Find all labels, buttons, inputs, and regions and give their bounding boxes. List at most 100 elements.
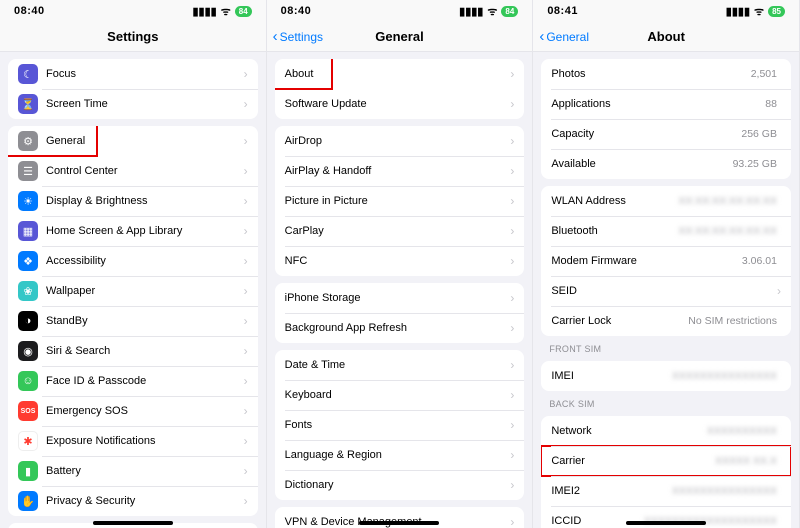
chevron-right-icon: › xyxy=(244,315,248,327)
status-bar: 08:40 ▮▮▮▮ ᯤ 84 xyxy=(0,0,266,22)
row-carplay[interactable]: CarPlay › xyxy=(275,216,525,246)
row-value: 256 GB xyxy=(741,128,777,140)
row-keyboard[interactable]: Keyboard › xyxy=(275,380,525,410)
row-background-app-refresh[interactable]: Background App Refresh › xyxy=(275,313,525,343)
chevron-right-icon: › xyxy=(244,375,248,387)
row-label: Focus xyxy=(46,68,244,80)
row-screen-time[interactable]: ⏳ Screen Time › xyxy=(8,89,258,119)
sos-icon: SOS xyxy=(18,401,38,421)
row-label: Battery xyxy=(46,465,244,477)
battery-icon: 84 xyxy=(501,6,518,17)
about-group-4: Network XXXXXXXXXX Carrier XXXXX XX.X IM… xyxy=(541,416,791,528)
row-airdrop[interactable]: AirDrop › xyxy=(275,126,525,156)
row-home-app-library[interactable]: ▦ Home Screen & App Library › xyxy=(8,216,258,246)
wallpaper-icon: ❀ xyxy=(18,281,38,301)
row-label: Date & Time xyxy=(285,359,511,371)
chevron-right-icon: › xyxy=(244,345,248,357)
status-time: 08:40 xyxy=(14,5,45,17)
chevron-right-icon: › xyxy=(510,389,514,401)
general-group-3: iPhone Storage › Background App Refresh … xyxy=(275,283,525,343)
group-header-front-sim: FRONT SIM xyxy=(549,344,783,354)
row-language-region[interactable]: Language & Region › xyxy=(275,440,525,470)
row-label: Software Update xyxy=(285,98,511,110)
about-scroll[interactable]: Photos 2,501 Applications 88 Capacity 25… xyxy=(533,52,799,528)
row-label: Home Screen & App Library xyxy=(46,225,244,237)
row-carrier-lock[interactable]: Carrier Lock No SIM restrictions xyxy=(541,306,791,336)
back-button[interactable]: ‹ Settings xyxy=(273,29,323,44)
nav-bar: Settings xyxy=(0,22,266,52)
row-imei2[interactable]: IMEI2 XXXXXXXXXXXXXXX xyxy=(541,476,791,506)
row-display-brightness[interactable]: ☀ Display & Brightness › xyxy=(8,186,258,216)
row-accessibility[interactable]: ❖ Accessibility › xyxy=(8,246,258,276)
chevron-right-icon: › xyxy=(510,359,514,371)
battery-icon: 85 xyxy=(768,6,785,17)
row-privacy-security[interactable]: ✋ Privacy & Security › xyxy=(8,486,258,516)
row-wlan-address[interactable]: WLAN Address XX:XX:XX:XX:XX:XX xyxy=(541,186,791,216)
row-dictionary[interactable]: Dictionary › xyxy=(275,470,525,500)
row-label: Wallpaper xyxy=(46,285,244,297)
row-standby[interactable]: ◑ StandBy › xyxy=(8,306,258,336)
chevron-right-icon: › xyxy=(244,435,248,447)
row-siri-search[interactable]: ◉ Siri & Search › xyxy=(8,336,258,366)
row-modem-firmware[interactable]: Modem Firmware 3.06.01 xyxy=(541,246,791,276)
row-available[interactable]: Available 93.25 GB xyxy=(541,149,791,179)
chevron-right-icon: › xyxy=(510,292,514,304)
row-focus[interactable]: ☾ Focus › xyxy=(8,59,258,89)
nav-title: Settings xyxy=(107,29,158,44)
row-network[interactable]: Network XXXXXXXXXX xyxy=(541,416,791,446)
general-scroll[interactable]: About › Software Update › AirDrop › AirP… xyxy=(267,52,533,528)
row-about[interactable]: About › xyxy=(275,59,525,89)
row-fonts[interactable]: Fonts › xyxy=(275,410,525,440)
row-emergency-sos[interactable]: SOS Emergency SOS › xyxy=(8,396,258,426)
row-carrier[interactable]: Carrier XXXXX XX.X xyxy=(541,446,791,476)
row-label: Accessibility xyxy=(46,255,244,267)
row-airplay-handoff[interactable]: AirPlay & Handoff › xyxy=(275,156,525,186)
row-label: AirDrop xyxy=(285,135,511,147)
row-capacity[interactable]: Capacity 256 GB xyxy=(541,119,791,149)
row-value: 93.25 GB xyxy=(733,158,777,170)
status-time: 08:41 xyxy=(547,5,578,17)
status-right: ▮▮▮▮ ᯤ 84 xyxy=(459,4,518,19)
row-label: SEID xyxy=(551,285,777,297)
home-indicator[interactable] xyxy=(93,521,173,525)
row-label: AirPlay & Handoff xyxy=(285,165,511,177)
chevron-right-icon: › xyxy=(244,465,248,477)
row-value: XXXXX XX.X xyxy=(715,455,777,467)
row-faceid-passcode[interactable]: ☺ Face ID & Passcode › xyxy=(8,366,258,396)
row-label: Exposure Notifications xyxy=(46,435,244,447)
row-iphone-storage[interactable]: iPhone Storage › xyxy=(275,283,525,313)
row-imei-front[interactable]: IMEI XXXXXXXXXXXXXXX xyxy=(541,361,791,391)
row-value: XXXXXXXXXXXXXXX xyxy=(672,485,777,497)
row-bluetooth[interactable]: Bluetooth XX:XX:XX:XX:XX:XX xyxy=(541,216,791,246)
wifi-icon: ᯤ xyxy=(754,4,764,19)
general-group-4: Date & Time › Keyboard › Fonts › Languag… xyxy=(275,350,525,500)
row-date-time[interactable]: Date & Time › xyxy=(275,350,525,380)
chevron-right-icon: › xyxy=(244,195,248,207)
row-software-update[interactable]: Software Update › xyxy=(275,89,525,119)
row-label: NFC xyxy=(285,255,511,267)
row-battery[interactable]: ▮ Battery › xyxy=(8,456,258,486)
chevron-right-icon: › xyxy=(777,285,781,297)
row-general[interactable]: ⚙ General › xyxy=(8,126,258,156)
row-applications[interactable]: Applications 88 xyxy=(541,89,791,119)
row-wallpaper[interactable]: ❀ Wallpaper › xyxy=(8,276,258,306)
row-seid[interactable]: SEID › xyxy=(541,276,791,306)
home-indicator[interactable] xyxy=(626,521,706,525)
settings-scroll[interactable]: ☾ Focus › ⏳ Screen Time › ⚙ General › ☰ … xyxy=(0,52,266,528)
row-exposure-notifications[interactable]: ✱ Exposure Notifications › xyxy=(8,426,258,456)
row-nfc[interactable]: NFC › xyxy=(275,246,525,276)
row-label: Photos xyxy=(551,68,750,80)
chevron-left-icon: ‹ xyxy=(273,29,278,44)
exposure-icon: ✱ xyxy=(18,431,38,451)
row-value: 88 xyxy=(765,98,777,110)
row-photos[interactable]: Photos 2,501 xyxy=(541,59,791,89)
row-control-center[interactable]: ☰ Control Center › xyxy=(8,156,258,186)
row-label: Applications xyxy=(551,98,765,110)
row-label: CarPlay xyxy=(285,225,511,237)
back-button[interactable]: ‹ General xyxy=(539,29,589,44)
home-indicator[interactable] xyxy=(359,521,439,525)
phone-settings: 08:40 ▮▮▮▮ ᯤ 84 Settings ☾ Focus › ⏳ Scr… xyxy=(0,0,267,528)
settings-group-1: ☾ Focus › ⏳ Screen Time › xyxy=(8,59,258,119)
row-value: XX:XX:XX:XX:XX:XX xyxy=(678,195,777,207)
row-picture-in-picture[interactable]: Picture in Picture › xyxy=(275,186,525,216)
